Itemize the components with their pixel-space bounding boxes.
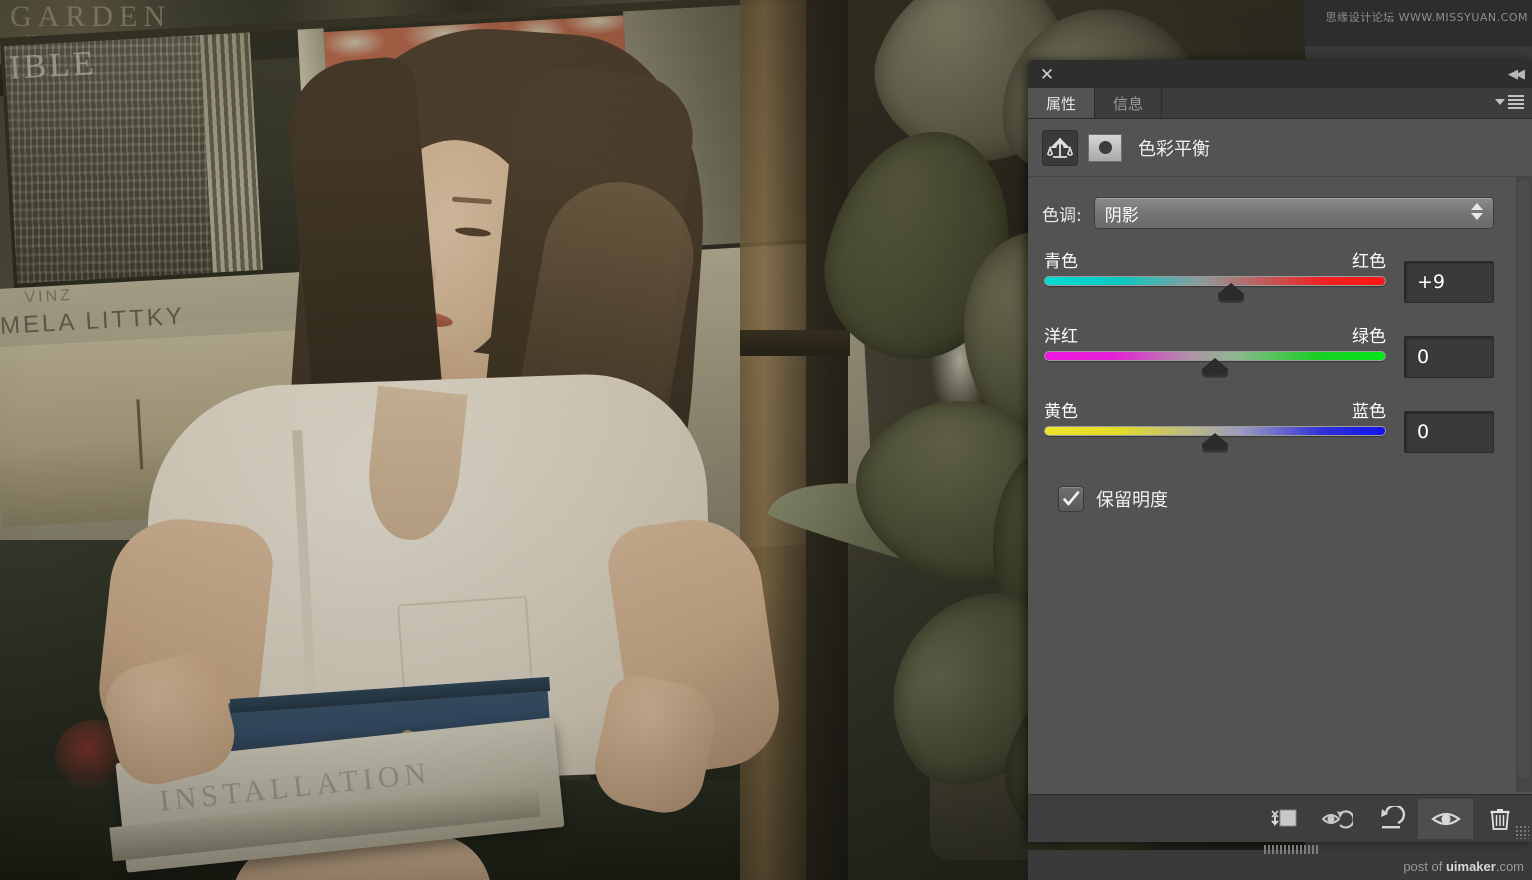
tone-label: 色调: xyxy=(1042,205,1082,226)
watermark-bottom-right: post of uimaker.com xyxy=(1403,859,1524,874)
preserve-luminosity-row[interactable]: 保留明度 xyxy=(1042,472,1494,512)
watermark-top-right: 思缘设计论坛 WWW.MISSYUAN.COM xyxy=(1325,11,1528,24)
panel-footer-toolbar xyxy=(1028,794,1532,854)
tab-info-label: 信息 xyxy=(1113,95,1144,113)
slider-magenta-label: 洋红 xyxy=(1044,327,1078,347)
slider-cyan-label: 青色 xyxy=(1044,252,1078,272)
panel-menu-button[interactable] xyxy=(1495,95,1524,109)
slider-cyan-red-track[interactable] xyxy=(1044,276,1386,286)
tab-info[interactable]: 信息 xyxy=(1095,88,1163,118)
properties-panel: ✕ ◀◀ 属性 信息 色彩平衡 色调: 阴影 青色 红色 +9 洋红 绿色 0 … xyxy=(1028,60,1532,854)
panel-drag-grip[interactable] xyxy=(1264,845,1320,854)
slider-red-label: 红色 xyxy=(1352,252,1386,272)
tone-select[interactable]: 阴影 xyxy=(1093,197,1494,229)
slider-yellow-label: 黄色 xyxy=(1044,402,1078,422)
collapse-panel-icon[interactable]: ◀◀ xyxy=(1508,66,1525,82)
preserve-luminosity-label: 保留明度 xyxy=(1096,490,1168,511)
slider-cyan-red-value[interactable]: +9 xyxy=(1404,261,1494,303)
tone-select-value: 阴影 xyxy=(1104,205,1139,226)
watermark-brand: uimaker xyxy=(1445,859,1496,874)
slider-cyan-red-thumb[interactable] xyxy=(1217,283,1244,303)
slider-cyan-red-track-wrap[interactable] xyxy=(1042,276,1388,306)
stepper-arrows-icon[interactable] xyxy=(1471,203,1483,220)
color-balance-sliders: 青色 红色 +9 洋红 绿色 0 黄色 蓝色 0 保留明度 xyxy=(1028,229,1532,512)
panel-scrollbar-thumb[interactable] xyxy=(1518,179,1530,779)
slider-yellow-blue-value[interactable]: 0 xyxy=(1404,411,1494,453)
mask-dot-icon xyxy=(1098,141,1112,154)
tab-properties-label: 属性 xyxy=(1046,95,1077,113)
toggle-visibility-button[interactable] xyxy=(1418,798,1472,839)
color-balance-scale-icon[interactable] xyxy=(1042,129,1078,166)
slider-green-label: 绿色 xyxy=(1352,327,1386,347)
slider-blue-label: 蓝色 xyxy=(1352,402,1386,422)
clip-to-layer-button[interactable] xyxy=(1256,799,1310,839)
tone-row: 色调: 阴影 xyxy=(1028,177,1532,229)
slider-yellow-blue-thumb[interactable] xyxy=(1202,433,1228,453)
watermark-suffix: .com xyxy=(1495,859,1524,874)
preserve-luminosity-checkbox[interactable] xyxy=(1058,486,1084,512)
toggle-previous-state-button[interactable] xyxy=(1310,799,1364,839)
slider-magenta-green-thumb[interactable] xyxy=(1202,358,1228,378)
hamburger-menu-icon xyxy=(1508,95,1524,109)
slider-yellow-blue-track-wrap[interactable] xyxy=(1042,426,1388,456)
panel-scrollbar-track[interactable] xyxy=(1516,177,1532,792)
slider-cyan-red-group: 青色 红色 +9 xyxy=(1042,247,1494,306)
chevron-down-icon xyxy=(1495,99,1505,105)
slider-magenta-green-value[interactable]: 0 xyxy=(1404,336,1494,378)
tabbar-empty-space xyxy=(1162,88,1532,118)
panel-resize-grip[interactable] xyxy=(1515,825,1529,839)
adjustment-header: 色彩平衡 xyxy=(1028,119,1532,177)
slider-magenta-green-group: 洋红 绿色 0 xyxy=(1042,322,1494,381)
panel-titlebar: ✕ ◀◀ xyxy=(1028,60,1532,88)
tab-properties[interactable]: 属性 xyxy=(1028,88,1096,118)
slider-yellow-blue-group: 黄色 蓝色 0 xyxy=(1042,397,1494,456)
slider-magenta-green-labels: 洋红 绿色 xyxy=(1042,322,1388,351)
slider-cyan-red-labels: 青色 红色 xyxy=(1042,247,1388,276)
slider-magenta-green-track-wrap[interactable] xyxy=(1042,351,1388,381)
adjustment-title: 色彩平衡 xyxy=(1138,138,1210,160)
watermark-prefix: post of xyxy=(1403,859,1446,874)
panel-body: 色调: 阴影 青色 红色 +9 洋红 绿色 0 黄色 蓝色 0 保留明度 xyxy=(1028,177,1532,792)
reset-button[interactable] xyxy=(1364,799,1418,839)
close-icon[interactable]: ✕ xyxy=(1038,65,1056,83)
layer-mask-thumbnail[interactable] xyxy=(1088,133,1122,162)
panel-tabbar: 属性 信息 xyxy=(1028,88,1532,119)
slider-yellow-blue-labels: 黄色 蓝色 xyxy=(1042,397,1388,426)
